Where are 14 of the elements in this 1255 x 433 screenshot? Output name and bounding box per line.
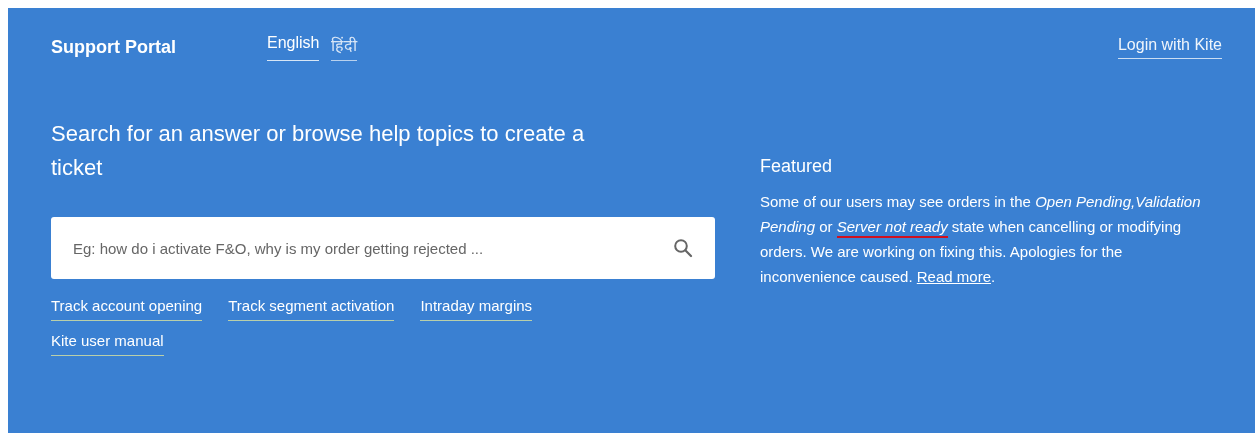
featured-notice: Some of our users may see orders in the Open Pending,Validation Pending or Server not ready state when cancelling or modifying orders. We are working on fixing this. Apologies for the inconvenience caused. Read more.: [760, 192, 1202, 287]
language-link[interactable]: English: [267, 33, 320, 61]
quick-link[interactable]: Track segment activation: [228, 297, 395, 321]
quick-link[interactable]: Kite user manual: [51, 332, 164, 356]
search-icon[interactable]: [673, 238, 693, 258]
quick-link[interactable]: Track account opening: [51, 297, 203, 321]
search-field[interactable]: Eg: how do i activate F&O, why is my order getting rejected ...: [51, 217, 715, 279]
featured-title: Featured: [760, 156, 834, 177]
language-link[interactable]: हिंदी: [331, 33, 358, 61]
quick-link[interactable]: Intraday margins: [420, 297, 533, 321]
search-heading: Search for an answer or browse help topics to create a ticket: [51, 120, 586, 182]
read-more-link[interactable]: Read more: [916, 268, 991, 285]
brand-title: Support Portal: [51, 36, 177, 58]
login-link[interactable]: Login with Kite: [1117, 35, 1222, 59]
